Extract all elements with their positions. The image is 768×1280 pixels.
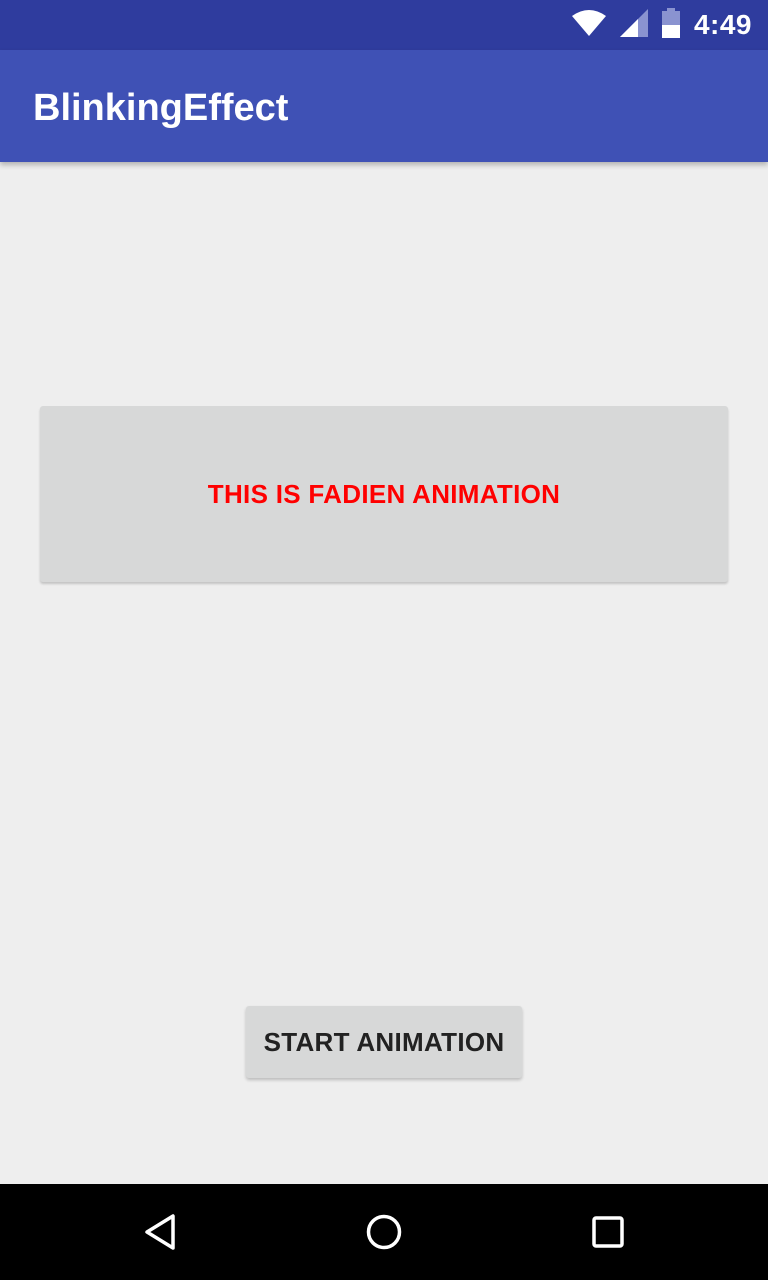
status-time: 4:49 [693, 9, 752, 40]
signal-icon [619, 8, 648, 42]
status-icons: 4:49 [571, 0, 752, 50]
app-bar: BlinkingEffect [0, 50, 768, 162]
home-icon[interactable] [360, 1208, 408, 1256]
recents-icon[interactable] [584, 1208, 632, 1256]
app-title: BlinkingEffect [33, 87, 289, 129]
battery-icon [661, 7, 680, 43]
start-animation-button[interactable]: START ANIMATION [246, 1006, 522, 1078]
fade-animation-text: THIS IS FADIEN ANIMATION [207, 478, 561, 509]
back-icon[interactable] [136, 1208, 184, 1256]
main-content: THIS IS FADIEN ANIMATION START ANIMATION [0, 162, 768, 1184]
navigation-bar [0, 1184, 768, 1280]
fade-animation-panel: THIS IS FADIEN ANIMATION [40, 406, 728, 582]
status-bar: 4:49 [0, 0, 768, 50]
wifi-icon [571, 9, 606, 41]
